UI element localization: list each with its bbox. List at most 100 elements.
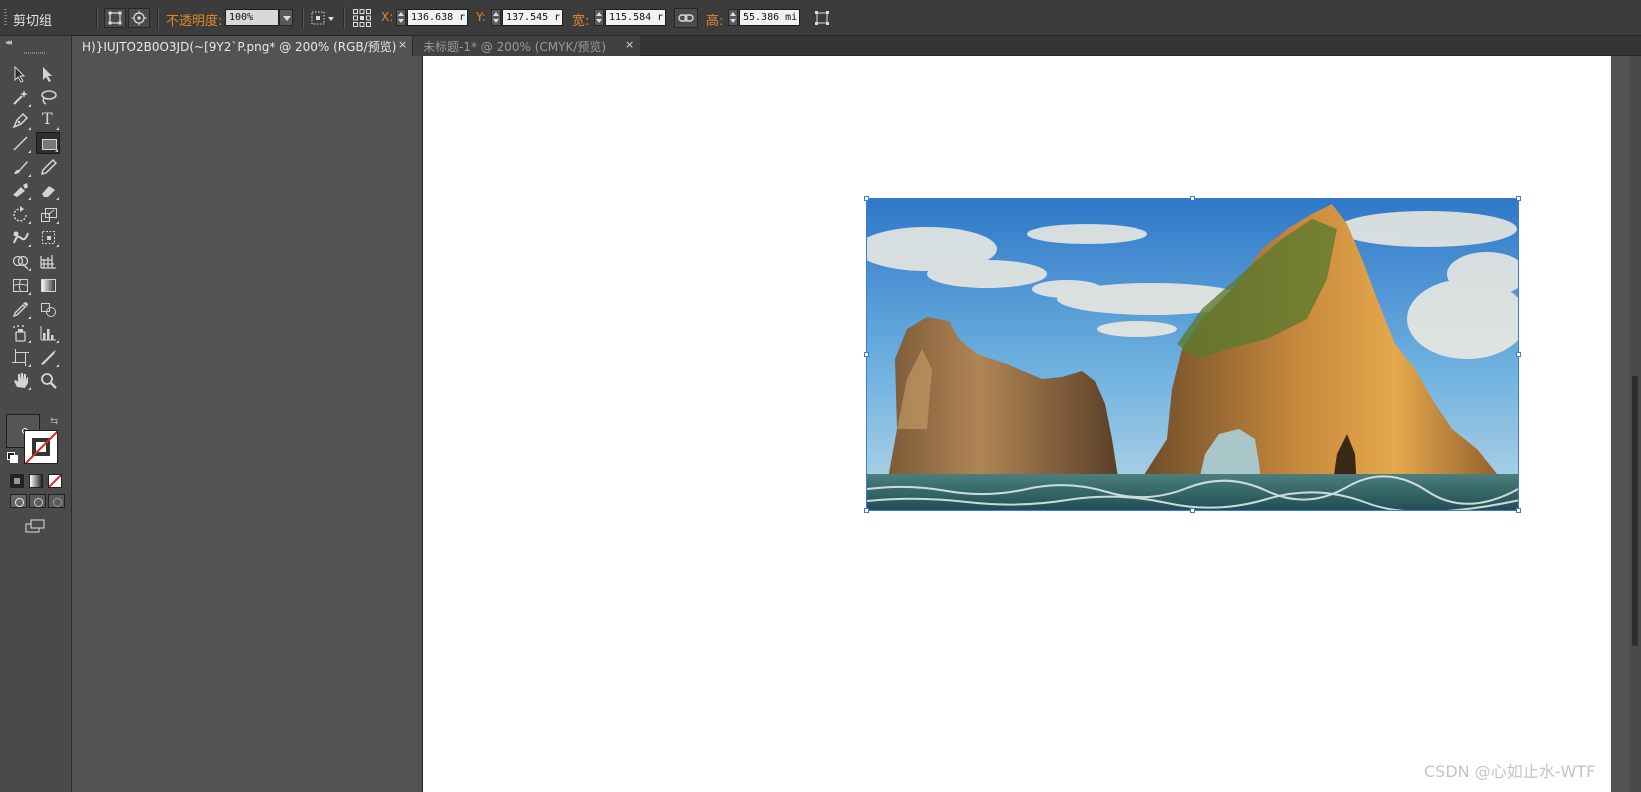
tab-close-icon[interactable]: × [625,38,634,51]
contents-target-icon [131,10,147,26]
width-field[interactable]: 115.584 r [605,9,666,26]
watermark: CSDN @心如止水-WTF [1424,762,1596,781]
draw-inside-button[interactable] [48,494,65,508]
direct-selection-tool[interactable] [36,63,60,85]
draw-behind-button[interactable] [29,494,46,508]
paintbrush-tool[interactable] [8,156,32,178]
more-tools-indicator [28,127,31,130]
hand-tool[interactable] [8,369,32,391]
more-tools-indicator [56,364,59,367]
x-field[interactable]: 136.638 r [407,9,468,26]
artboard-tool[interactable] [8,346,32,368]
none-mode-button[interactable] [48,474,62,488]
vertical-scrollbar[interactable] [1630,56,1641,792]
lasso-tool[interactable] [36,86,60,108]
blob-brush-tool[interactable] [8,179,32,201]
mesh-tool[interactable] [8,274,32,296]
stroke-swatch[interactable] [24,430,58,464]
transform-button[interactable] [812,9,832,27]
tab-document-png[interactable]: H)}IUJTO2B0O3JD(~[9Y2`P.png* @ 200% (RGB… [72,36,412,56]
more-tools-indicator [28,340,31,343]
selection-tool[interactable] [8,63,32,85]
swap-fill-stroke-icon[interactable]: ⇆ [50,416,58,427]
screen-mode-button[interactable] [24,518,46,534]
separator [157,7,159,29]
control-bar: 剪切组 不透明度: 100% X: 136.638 r Y: 137.545 r… [0,0,1641,36]
resize-handle-top-left[interactable] [864,196,869,201]
tab-close-icon[interactable]: × [398,38,407,51]
x-spinner[interactable] [396,9,406,26]
opacity-field[interactable]: 100% [225,9,279,26]
rectangle-tool[interactable] [36,132,60,154]
shape-builder-tool[interactable] [8,250,32,272]
type-icon: T [42,109,53,128]
recolor-artwork-button[interactable] [310,9,336,27]
pen-tool[interactable] [8,109,32,131]
resize-handle-left[interactable] [864,352,869,357]
zoom-tool[interactable] [36,369,60,391]
more-tools-indicator [56,244,59,247]
reference-point-selector[interactable] [352,8,372,28]
y-spinner[interactable] [491,9,501,26]
magic-wand-tool[interactable] [8,86,32,108]
tools-panel: ◂◂ T ⇆ [0,36,72,792]
edit-contents-button[interactable] [128,8,150,28]
gradient-tool[interactable] [36,274,60,296]
tab-untitled-1[interactable]: 未标题-1* @ 200% (CMYK/预览) × [412,36,640,56]
reference-point-icon [353,9,371,27]
scale-tool[interactable] [36,203,60,225]
resize-handle-right[interactable] [1516,352,1521,357]
eyedropper-tool[interactable] [8,298,32,320]
panel-drag-handle[interactable] [24,52,46,54]
control-bar-grip[interactable] [4,9,7,27]
resize-handle-bottom-right[interactable] [1516,508,1521,513]
line-tool[interactable] [8,132,32,154]
more-tools-indicator [28,364,31,367]
y-field[interactable]: 137.545 r [502,9,563,26]
warp-tool[interactable] [8,226,32,248]
blend-icon [41,303,56,317]
slice-tool[interactable] [36,346,60,368]
opacity-dropdown[interactable] [279,9,293,26]
selected-clipping-group[interactable] [866,198,1519,511]
free-transform-tool[interactable] [36,226,60,248]
width-spinner[interactable] [594,9,604,26]
draw-normal-button[interactable] [10,494,27,508]
default-fill-stroke-icon[interactable] [7,452,18,463]
resize-handle-top-right[interactable] [1516,196,1521,201]
collapse-panel-icon[interactable]: ◂◂ [5,38,12,48]
pencil-tool[interactable] [36,156,60,178]
more-tools-indicator [55,149,58,152]
more-tools-indicator [28,221,31,224]
height-field[interactable]: 55.386 mi [739,9,800,26]
resize-handle-top[interactable] [1190,196,1195,201]
resize-handle-bottom-left[interactable] [864,508,869,513]
separator [302,7,304,29]
gradient-mode-button[interactable] [29,474,43,488]
eraser-tool[interactable] [36,179,60,201]
scrollbar-thumb[interactable] [1632,376,1638,646]
resize-handle-bottom[interactable] [1190,508,1195,513]
more-tools-indicator [28,197,31,200]
edit-clipping-path-button[interactable] [104,8,126,28]
rotate-tool[interactable] [8,203,32,225]
opacity-label[interactable]: 不透明度: [166,10,222,29]
selection-icon [14,65,26,83]
screen-mode-icon [25,519,45,533]
type-tool[interactable]: T [36,109,60,131]
perspective-grid-icon [40,255,56,269]
symbol-sprayer-tool[interactable] [8,322,32,344]
color-mode-button[interactable] [10,474,24,488]
more-tools-indicator [56,221,59,224]
blend-tool[interactable] [36,298,60,320]
pasteboard[interactable] [72,56,422,792]
height-spinner[interactable] [728,9,738,26]
width-label: 宽: [572,14,590,29]
constrain-proportions-button[interactable] [674,8,698,28]
lasso-icon [41,90,57,105]
perspective-grid-tool[interactable] [36,250,60,272]
tab-label: 未标题-1* @ 200% (CMYK/预览) [423,40,607,54]
column-graph-tool[interactable] [36,322,60,344]
y-label: Y: [476,10,486,24]
tab-label: H)}IUJTO2B0O3JD(~[9Y2`P.png* @ 200% (RGB… [82,40,397,54]
